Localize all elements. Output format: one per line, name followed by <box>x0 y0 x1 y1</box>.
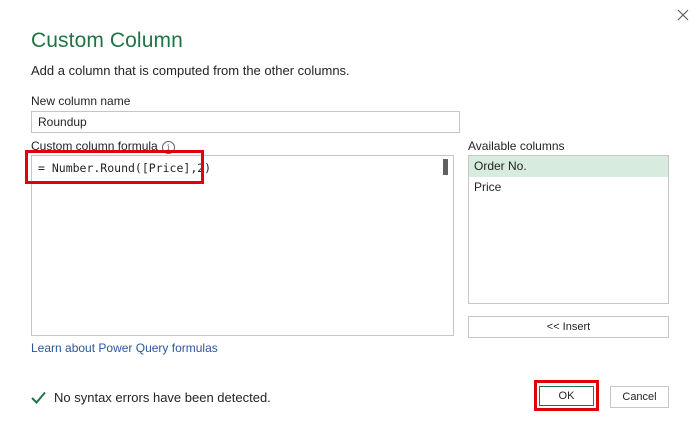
new-column-name-input[interactable] <box>31 111 460 133</box>
formula-label: Custom column formula <box>31 139 158 153</box>
status-text: No syntax errors have been detected. <box>54 390 271 405</box>
formula-text[interactable]: = Number.Round([Price],2) <box>38 161 211 175</box>
list-item-price[interactable]: Price <box>469 177 668 198</box>
formula-label-row: Custom column formula i <box>31 139 175 154</box>
syntax-status: No syntax errors have been detected. <box>31 390 271 405</box>
dialog-subtitle: Add a column that is computed from the o… <box>31 63 350 78</box>
list-item-order-no[interactable]: Order No. <box>469 156 668 177</box>
close-icon <box>677 9 689 21</box>
dialog-title: Custom Column <box>31 29 183 52</box>
available-columns-label: Available columns <box>468 139 565 153</box>
cancel-button[interactable]: Cancel <box>610 386 669 408</box>
formula-scrollbar[interactable] <box>443 159 448 175</box>
info-icon[interactable]: i <box>161 141 175 154</box>
close-button[interactable] <box>671 3 695 27</box>
available-columns-list[interactable]: Order No. Price <box>468 155 669 304</box>
insert-button[interactable]: << Insert <box>468 316 669 338</box>
checkmark-icon <box>31 391 46 404</box>
formula-editor[interactable]: = Number.Round([Price],2) <box>31 155 454 336</box>
learn-power-query-link[interactable]: Learn about Power Query formulas <box>31 341 218 355</box>
ok-button[interactable]: OK <box>539 386 594 406</box>
new-column-name-label: New column name <box>31 94 131 108</box>
